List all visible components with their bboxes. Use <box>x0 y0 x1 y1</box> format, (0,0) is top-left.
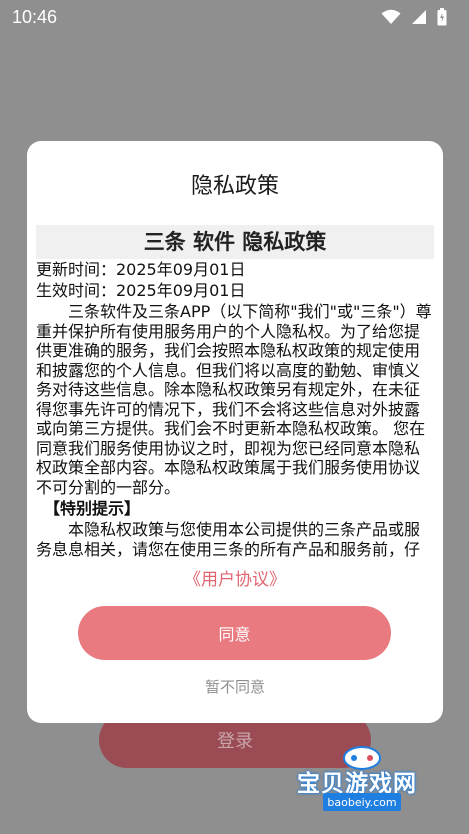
status-icons <box>381 8 447 26</box>
status-time: 10:46 <box>12 7 58 27</box>
policy-updated-date: 更新时间：2025年09月01日 <box>36 260 246 279</box>
battery-icon <box>437 8 447 26</box>
disagree-button[interactable]: 暂不同意 <box>27 676 443 697</box>
policy-scroll-area[interactable]: 三条 软件 隐私政策 更新时间：2025年09月01日 生效时间：2025年09… <box>36 225 434 557</box>
watermark-url: baobeiy.com <box>323 793 401 811</box>
watermark: 宝贝游戏网 baobeiy.com <box>290 744 440 814</box>
signal-icon <box>412 10 426 24</box>
dialog-title: 隐私政策 <box>190 174 279 199</box>
policy-doc-title: 三条 软件 隐私政策 <box>36 225 434 259</box>
policy-intro: 三条软件及三条APP（以下简称"我们"或"三条"）尊重并保护所有使用服务用户的个… <box>36 302 432 497</box>
agree-button[interactable]: 同意 <box>78 606 391 660</box>
privacy-dialog: 隐私政策 三条 软件 隐私政策 更新时间：2025年09月01日 生效时间：20… <box>27 141 443 723</box>
agree-label: 同意 <box>218 625 251 644</box>
special-notice-text: 本隐私权政策与您使用本公司提供的三条产品或服务息息相关，请您在使用三条的所有产品… <box>36 520 421 557</box>
user-agreement-link[interactable]: 《用户协议》 <box>27 565 443 590</box>
wifi-icon <box>381 9 401 24</box>
status-bar: 10:46 <box>0 0 469 34</box>
special-notice-heading: 【特别提示】 <box>44 499 141 518</box>
login-label: 登录 <box>217 731 253 752</box>
policy-effective-date: 生效时间：2025年09月01日 <box>36 281 246 300</box>
